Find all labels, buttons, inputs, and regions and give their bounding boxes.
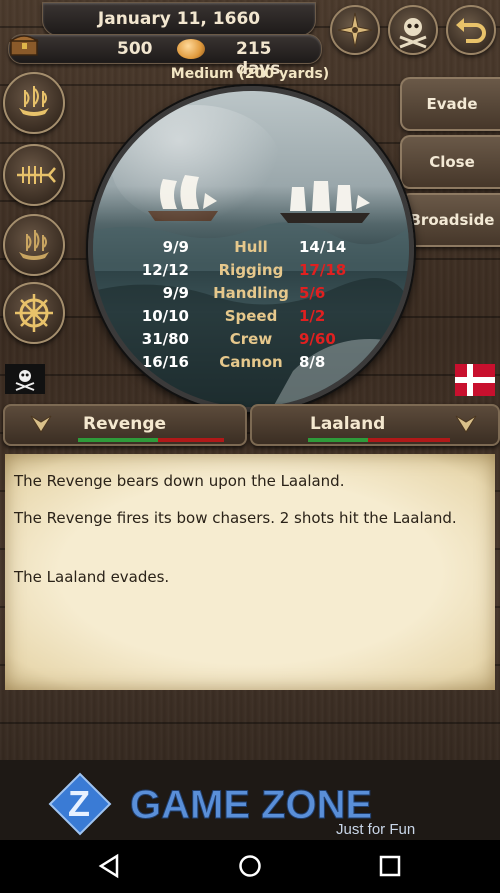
- crew-button[interactable]: [3, 144, 65, 206]
- treasure-chest-icon: [9, 35, 39, 56]
- player-cannon: 16/16: [141, 353, 189, 371]
- fleet-icon: [19, 230, 49, 260]
- player-rigging: 12/12: [141, 261, 189, 279]
- player-handling: 9/9: [162, 284, 189, 302]
- recents-square-icon[interactable]: [377, 853, 403, 879]
- fleet-button[interactable]: [3, 214, 65, 276]
- stat-row-crew: 31/80 Crew 9/60: [93, 330, 409, 352]
- stat-label-speed: Speed: [224, 307, 278, 325]
- pirate-button[interactable]: [388, 5, 438, 55]
- broadside-button[interactable]: Broadside: [400, 193, 500, 247]
- stat-row-cannon: 16/16 Cannon 8/8: [93, 353, 409, 375]
- home-circle-icon[interactable]: [237, 853, 263, 879]
- player-crew: 31/80: [141, 330, 189, 348]
- helm-button[interactable]: [3, 282, 65, 344]
- battle-view: 9/9 Hull 14/14 12/12 Rigging 17/18 9/9 H…: [88, 86, 414, 412]
- enemy-damage-bar: [368, 438, 450, 442]
- enemy-handling: 5/6: [299, 284, 326, 302]
- player-damage-bar: [158, 438, 224, 442]
- undo-arrow-icon: [456, 18, 486, 43]
- log-entry: The Laaland evades.: [14, 568, 170, 586]
- enemy-ship-name: Laaland: [310, 414, 386, 434]
- fish-skeleton-icon: [17, 166, 56, 184]
- player-ship-name: Revenge: [83, 414, 167, 434]
- ship-wheel-icon: [15, 294, 53, 332]
- gold-amount: 500: [117, 39, 153, 59]
- enemy-speed: 1/2: [299, 307, 326, 325]
- gold-sack-icon: [177, 39, 205, 59]
- player-speed: 10/10: [141, 307, 189, 325]
- player-hull: 9/9: [162, 238, 189, 256]
- stat-label-handling: Handling: [213, 284, 289, 302]
- back-triangle-icon[interactable]: [97, 853, 123, 879]
- close-button[interactable]: Close: [400, 135, 500, 189]
- evade-button[interactable]: Evade: [400, 77, 500, 131]
- svg-text:Just for Fun: Just for Fun: [336, 821, 415, 838]
- stat-label-crew: Crew: [229, 330, 273, 348]
- enemy-ship-icon: [280, 181, 370, 223]
- enemy-crew: 9/60: [299, 330, 336, 348]
- enemy-hull: 14/14: [299, 238, 347, 256]
- combat-log: The Revenge bears down upon the Laaland.…: [5, 454, 495, 690]
- enemy-cannon: 8/8: [299, 353, 326, 371]
- chevron-down-icon: [455, 415, 477, 433]
- skull-crossbones-icon: [399, 18, 427, 49]
- chevron-down-icon: [30, 415, 52, 433]
- stat-label-hull: Hull: [234, 238, 268, 256]
- log-entry: The Revenge fires its bow chasers. 2 sho…: [14, 509, 457, 527]
- stat-label-cannon: Cannon: [219, 353, 283, 371]
- stat-row-rigging: 12/12 Rigging 17/18: [93, 261, 409, 283]
- svg-text:Z: Z: [68, 783, 90, 824]
- ship-view-button[interactable]: [3, 72, 65, 134]
- game-zone-watermark: Z GAME ZONE Just for Fun: [48, 772, 415, 838]
- enemy-health-bar: [308, 438, 368, 442]
- player-health-bar: [78, 438, 158, 442]
- danish-flag-icon: [455, 364, 495, 396]
- date-display: January 11, 1660: [42, 2, 316, 36]
- stat-row-hull: 9/9 Hull 14/14: [93, 238, 409, 260]
- log-entry: The Revenge bears down upon the Laaland.: [14, 472, 345, 490]
- stat-row-handling: 9/9 Handling 5/6: [93, 284, 409, 306]
- stat-row-speed: 10/10 Speed 1/2: [93, 307, 409, 329]
- resources-bar: 500 215 days: [8, 34, 322, 79]
- compass-icon: [337, 12, 373, 48]
- android-navigation-bar: [0, 840, 500, 893]
- ship-icon: [19, 86, 49, 116]
- pirate-flag-icon: [5, 364, 45, 394]
- stat-label-rigging: Rigging: [218, 261, 284, 279]
- lens-glare: [111, 105, 281, 225]
- compass-button[interactable]: [330, 5, 380, 55]
- back-button[interactable]: [446, 5, 496, 55]
- enemy-rigging: 17/18: [299, 261, 347, 279]
